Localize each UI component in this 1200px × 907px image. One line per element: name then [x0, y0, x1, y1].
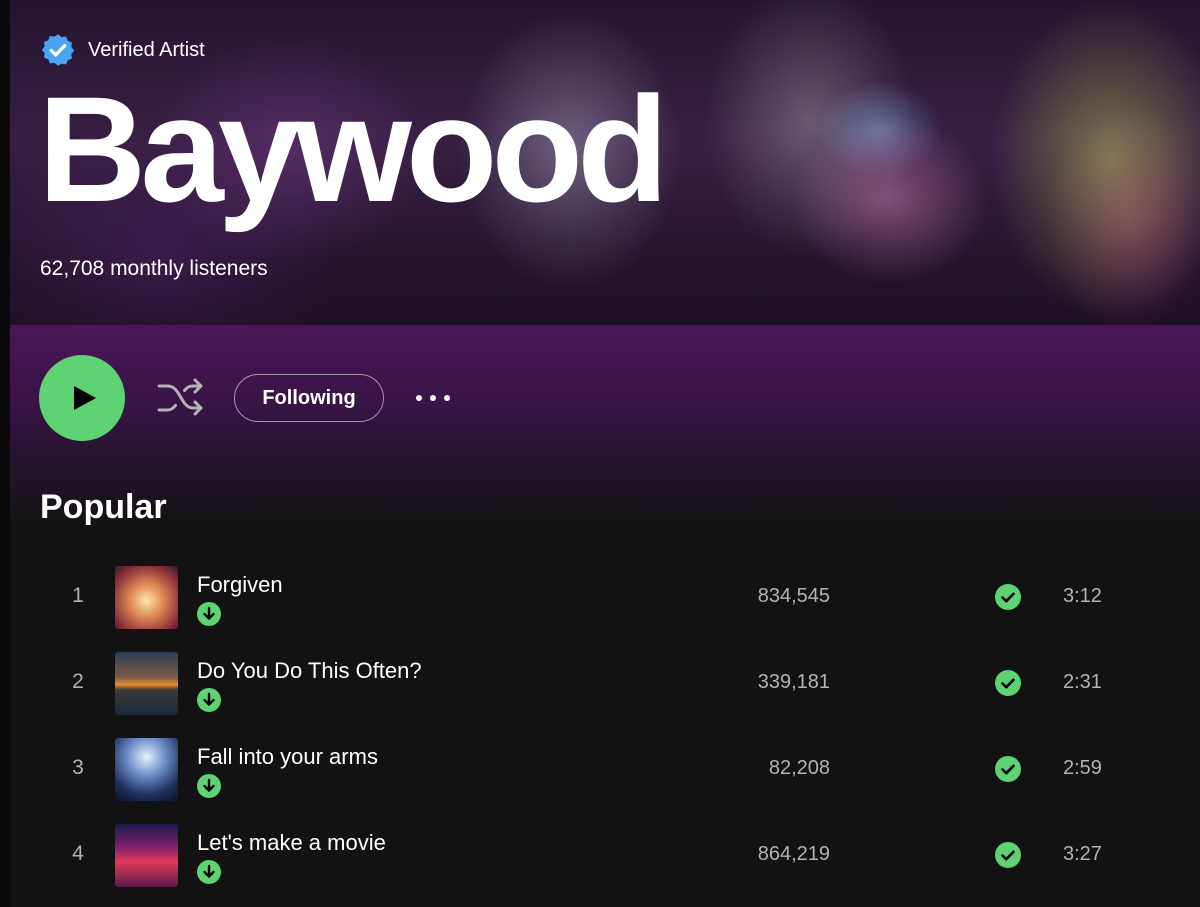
window-left-edge [0, 0, 10, 907]
play-icon [74, 386, 96, 410]
track-cover-art [115, 652, 178, 715]
track-play-count: 834,545 [757, 585, 830, 607]
track-row[interactable]: 1 Forgiven 834,545 3:12 [10, 555, 1200, 641]
track-play-count: 339,181 [757, 671, 830, 693]
artist-name: Baywood [38, 65, 669, 233]
track-duration: 3:27 [1063, 843, 1102, 865]
track-row[interactable]: 3 Fall into your arms 82,208 2:59 [10, 727, 1200, 813]
download-arrow-icon [197, 774, 221, 798]
dot [416, 395, 422, 401]
track-title[interactable]: Fall into your arms [197, 744, 378, 770]
track-duration: 2:31 [1063, 671, 1102, 693]
track-title[interactable]: Forgiven [197, 572, 283, 598]
check-circle-icon[interactable] [995, 670, 1021, 696]
check-circle-icon[interactable] [995, 756, 1021, 782]
play-button[interactable] [39, 355, 125, 441]
more-options-icon[interactable] [416, 388, 462, 408]
verified-artist-badge: Verified Artist [40, 32, 205, 68]
track-row[interactable]: 2 Do You Do This Often? 339,181 2:31 [10, 641, 1200, 727]
download-arrow-icon [197, 688, 221, 712]
following-button[interactable]: Following [234, 374, 384, 422]
track-number: 1 [72, 584, 84, 607]
download-arrow-icon [197, 860, 221, 884]
dot [430, 395, 436, 401]
popular-track-list: 1 Forgiven 834,545 3:12 2 Do You Do This… [10, 555, 1200, 899]
track-cover-art [115, 566, 178, 629]
track-duration: 2:59 [1063, 757, 1102, 779]
check-circle-icon[interactable] [995, 584, 1021, 610]
track-number: 2 [72, 670, 84, 693]
track-row[interactable]: 4 Let's make a movie 864,219 3:27 [10, 813, 1200, 899]
verified-badge-icon [41, 34, 75, 66]
check-circle-icon[interactable] [995, 842, 1021, 868]
track-cover-art [115, 738, 178, 801]
monthly-listeners: 62,708 monthly listeners [40, 257, 268, 280]
verified-label: Verified Artist [88, 38, 205, 61]
popular-section-title: Popular [40, 488, 167, 526]
track-play-count: 82,208 [768, 757, 830, 779]
dot [444, 395, 450, 401]
track-title[interactable]: Do You Do This Often? [197, 658, 422, 684]
track-play-count: 864,219 [757, 843, 830, 865]
track-cover-art [115, 824, 178, 887]
track-number: 4 [72, 842, 84, 865]
shuffle-icon[interactable] [155, 374, 207, 422]
track-title[interactable]: Let's make a movie [197, 830, 386, 856]
track-number: 3 [72, 756, 84, 779]
download-arrow-icon [197, 602, 221, 626]
track-duration: 3:12 [1063, 585, 1102, 607]
action-bar-background [10, 325, 1200, 525]
